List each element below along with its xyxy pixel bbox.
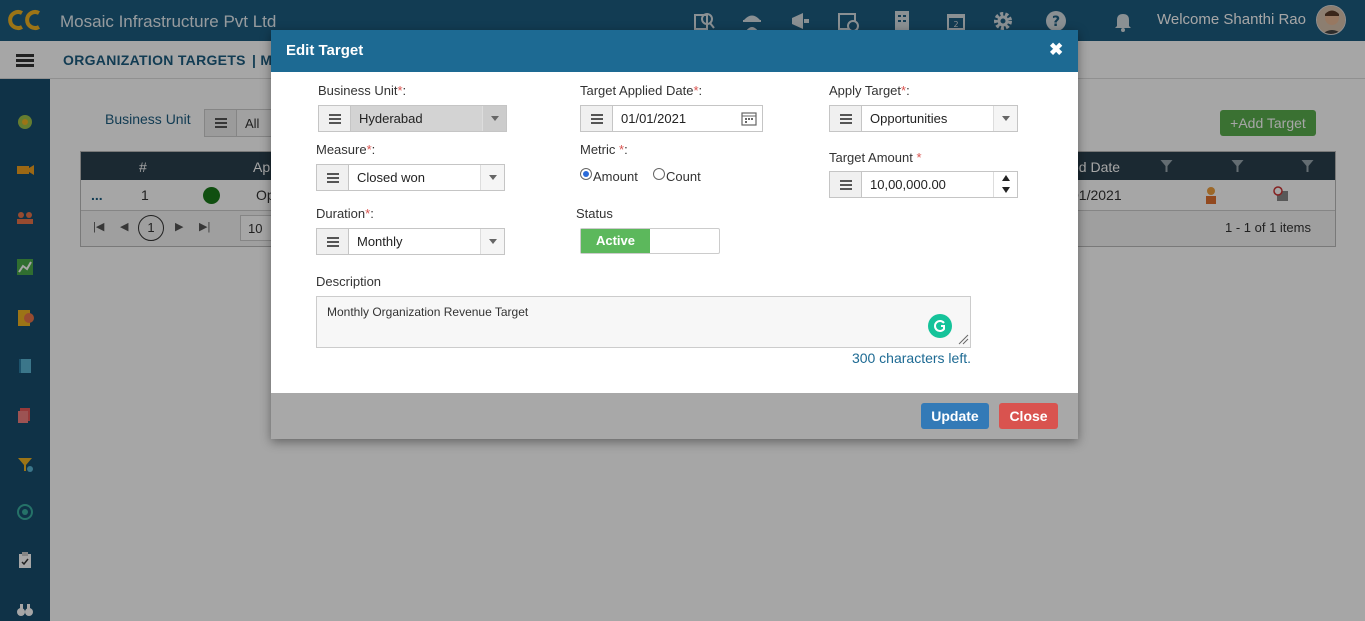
target-amount-field[interactable]: 10,00,000.00 <box>829 171 1018 198</box>
description-textarea[interactable]: Monthly Organization Revenue Target <box>316 296 971 348</box>
list-icon <box>319 106 351 131</box>
dialog-footer: Update Close <box>271 393 1078 439</box>
apply-target-label: Apply Target*: <box>829 83 910 98</box>
list-icon <box>317 229 349 254</box>
business-unit-label: Business Unit*: <box>318 83 407 98</box>
dialog-header: Edit Target ✖ <box>271 30 1078 72</box>
grammarly-icon[interactable] <box>928 314 952 338</box>
step-up-icon[interactable] <box>1002 175 1010 181</box>
duration-label: Duration*: <box>316 206 374 221</box>
list-icon <box>317 165 349 190</box>
measure-label: Measure*: <box>316 142 376 157</box>
metric-amount-label[interactable]: Amount <box>593 169 638 184</box>
metric-count-label[interactable]: Count <box>666 169 701 184</box>
update-button[interactable]: Update <box>921 403 989 429</box>
duration-select[interactable]: Monthly <box>316 228 505 255</box>
calendar-icon[interactable] <box>741 111 757 126</box>
chevron-down-icon[interactable] <box>482 106 506 131</box>
apply-target-value: Opportunities <box>870 111 948 126</box>
amount-stepper[interactable] <box>993 172 1017 197</box>
business-unit-value: Hyderabad <box>359 111 423 126</box>
resize-handle-icon[interactable] <box>957 333 969 345</box>
step-down-icon[interactable] <box>1002 187 1010 193</box>
description-text: Monthly Organization Revenue Target <box>327 305 529 319</box>
list-icon <box>830 106 862 131</box>
target-applied-date-field[interactable]: 01/01/2021 <box>580 105 763 132</box>
description-label: Description <box>316 274 382 289</box>
chevron-down-icon[interactable] <box>480 229 504 254</box>
close-icon[interactable]: ✖ <box>1049 40 1063 60</box>
target-applied-date-value: 01/01/2021 <box>621 111 687 126</box>
measure-select[interactable]: Closed won <box>316 164 505 191</box>
chevron-down-icon[interactable] <box>993 106 1017 131</box>
chevron-down-icon[interactable] <box>480 165 504 190</box>
measure-value: Closed won <box>357 170 425 185</box>
target-amount-value: 10,00,000.00 <box>870 177 946 192</box>
list-icon <box>830 172 862 197</box>
list-icon <box>581 106 613 131</box>
metric-amount-radio[interactable] <box>580 168 592 180</box>
apply-target-select[interactable]: Opportunities <box>829 105 1018 132</box>
duration-value: Monthly <box>357 234 403 249</box>
edit-target-dialog: Edit Target ✖ Business Unit*: Hyderabad … <box>271 30 1078 439</box>
characters-left: 300 characters left. <box>851 350 971 366</box>
status-toggle[interactable]: Active <box>580 228 720 254</box>
metric-count-radio[interactable] <box>653 168 665 180</box>
dialog-title: Edit Target <box>286 42 364 59</box>
status-toggle-active: Active <box>581 229 650 253</box>
status-label: Status <box>576 206 613 221</box>
business-unit-select[interactable]: Hyderabad <box>318 105 507 132</box>
target-applied-date-label: Target Applied Date*: <box>580 83 703 98</box>
close-button[interactable]: Close <box>999 403 1058 429</box>
target-amount-label: Target Amount * <box>829 150 922 165</box>
metric-label: Metric *: <box>580 142 628 157</box>
